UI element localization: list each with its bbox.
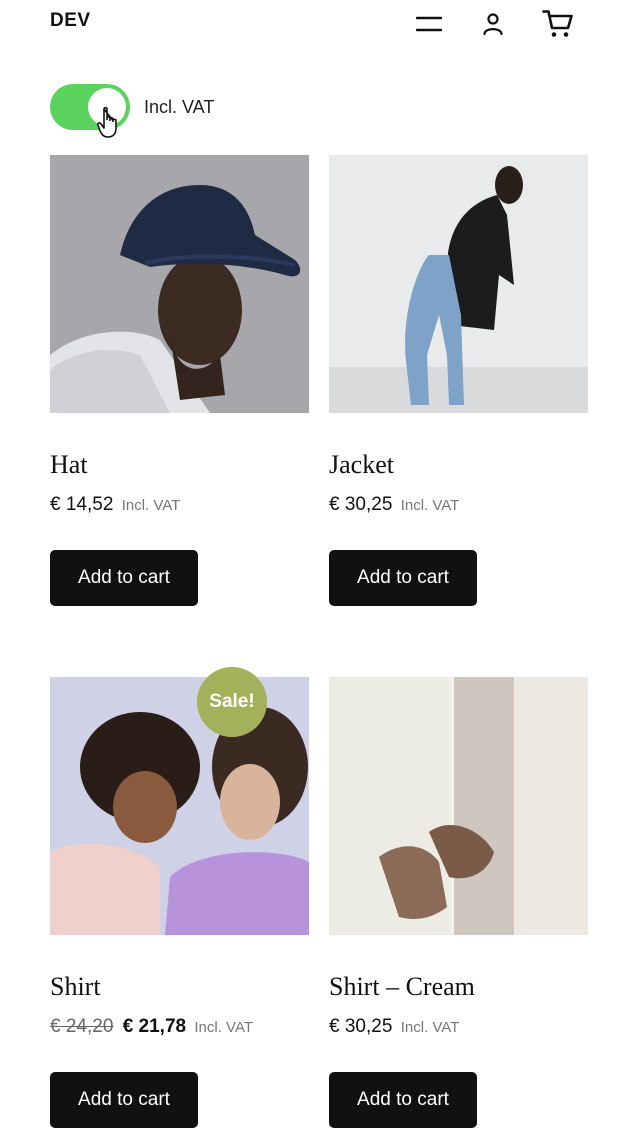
vat-note: Incl. VAT (121, 497, 181, 514)
product-image-jacket[interactable] (329, 155, 588, 413)
add-to-cart-button[interactable]: Add to cart (329, 1072, 477, 1128)
product-price: € 14,52 (50, 494, 114, 515)
product-title[interactable]: Hat (50, 449, 309, 481)
product-card-shirt-cream: Shirt – Cream € 30,25 Incl. VAT Add to c… (329, 677, 588, 1128)
product-image-shirt-cream[interactable] (329, 677, 588, 935)
vat-note: Incl. VAT (400, 1019, 460, 1036)
sale-badge: Sale! (197, 667, 267, 737)
price-row: € 30,25 Incl. VAT (329, 1015, 588, 1039)
product-title[interactable]: Shirt – Cream (329, 971, 588, 1003)
price-row: € 14,52 Incl. VAT (50, 493, 309, 517)
product-price: € 30,25 (329, 494, 393, 515)
add-to-cart-button[interactable]: Add to cart (329, 550, 477, 606)
user-icon[interactable] (477, 8, 509, 40)
site-logo[interactable]: DEV (50, 10, 91, 32)
product-title[interactable]: Jacket (329, 449, 588, 481)
price-row: € 24,20 € 21,78 Incl. VAT (50, 1015, 309, 1039)
vat-toggle-label: Incl. VAT (144, 96, 215, 117)
vat-toggle-row: Incl. VAT (50, 84, 215, 138)
product-image-hat[interactable] (50, 155, 309, 413)
sale-price: € 21,78 (122, 1016, 187, 1037)
hand-cursor-icon (97, 106, 117, 138)
vat-toggle[interactable] (50, 84, 130, 138)
cart-icon[interactable] (542, 8, 574, 40)
add-to-cart-button[interactable]: Add to cart (50, 550, 198, 606)
add-to-cart-button[interactable]: Add to cart (50, 1072, 198, 1128)
price-row: € 30,25 Incl. VAT (329, 493, 588, 517)
product-price: € 30,25 (329, 1016, 393, 1037)
product-card-shirt: Shirt € 24,20 € 21,78 Incl. VAT Add to c… (50, 677, 309, 1128)
vat-note: Incl. VAT (194, 1019, 253, 1036)
menu-icon[interactable] (413, 8, 445, 40)
product-image-shirt[interactable] (50, 677, 309, 935)
product-title[interactable]: Shirt (50, 971, 309, 1003)
vat-note: Incl. VAT (400, 497, 460, 514)
site-header: DEV (0, 0, 640, 48)
product-card-hat: Hat € 14,52 Incl. VAT Add to cart (50, 155, 309, 606)
old-price: € 24,20 (50, 1016, 114, 1037)
product-card-jacket: Jacket € 30,25 Incl. VAT Add to cart (329, 155, 588, 606)
